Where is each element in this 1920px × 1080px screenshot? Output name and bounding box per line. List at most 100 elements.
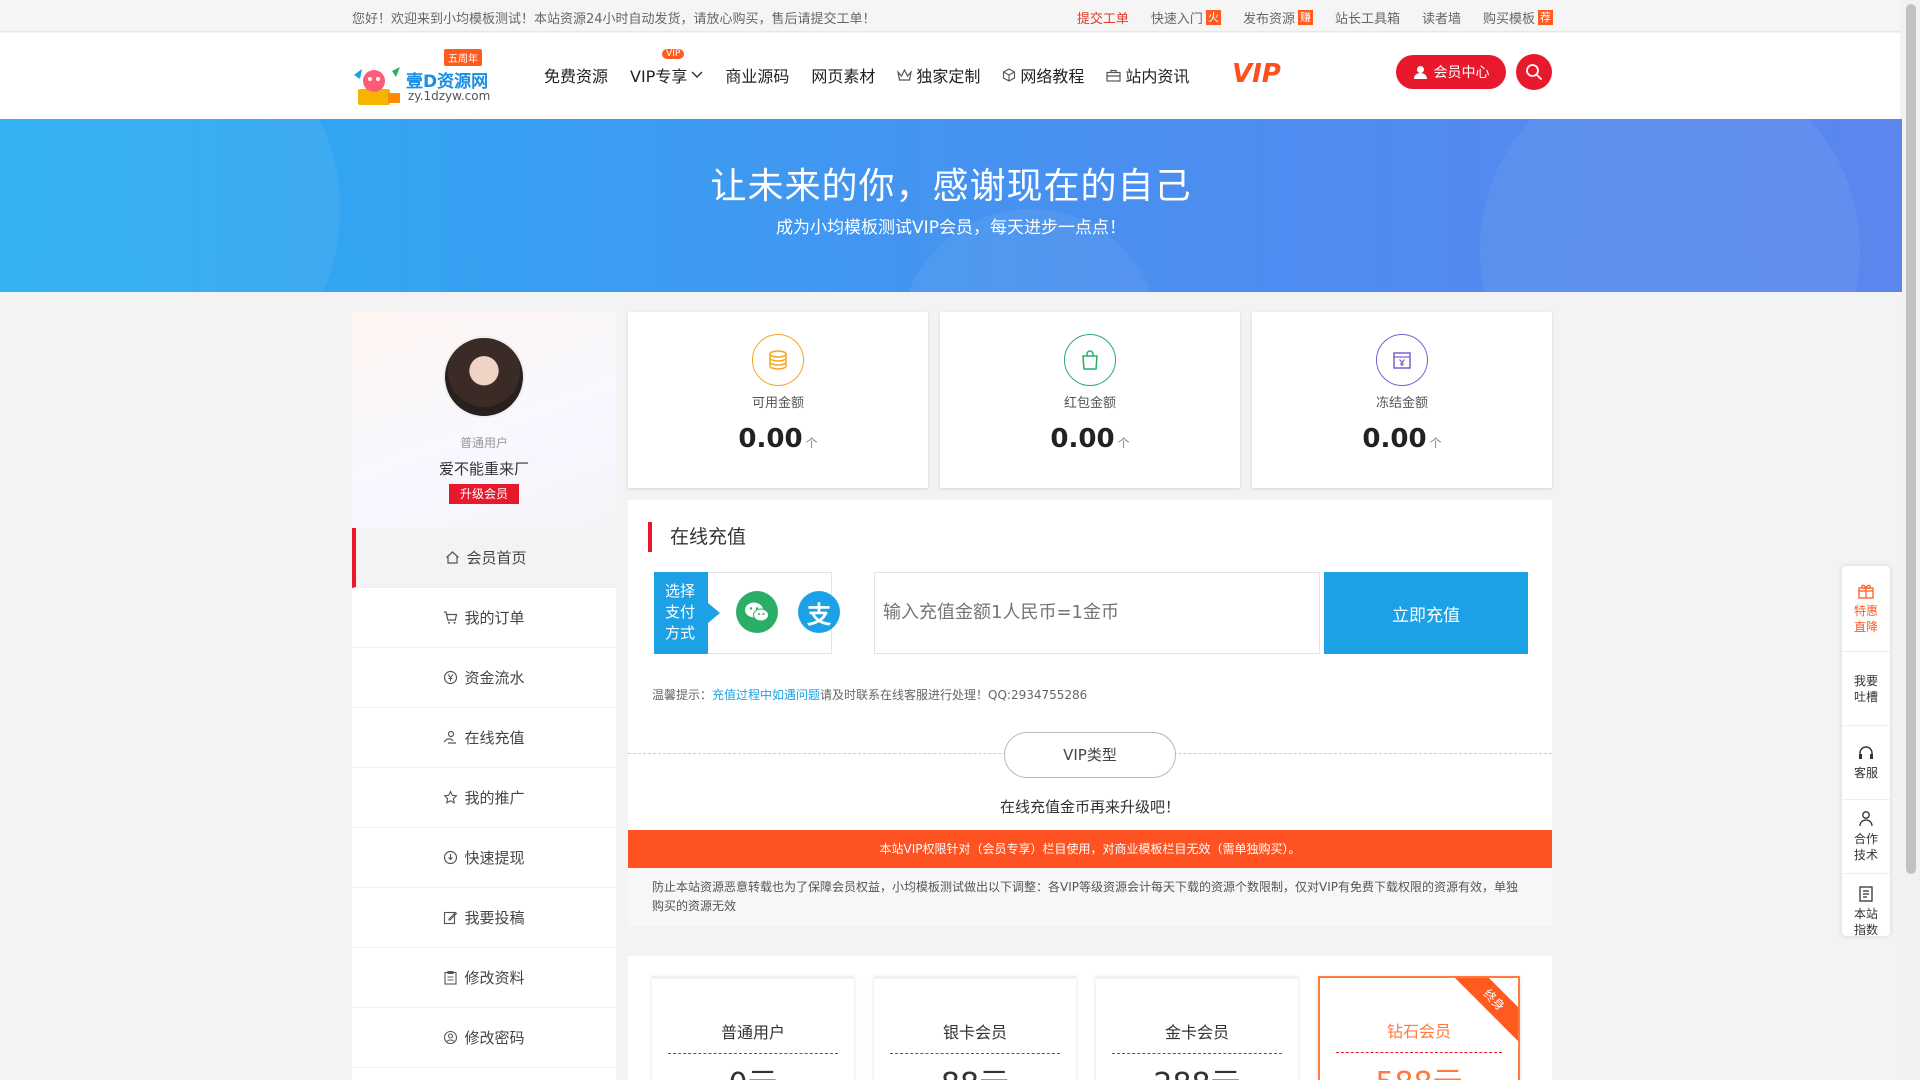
nav-tutorials[interactable]: 网络教程: [1002, 63, 1084, 87]
hero-banner: 让未来的你，感谢现在的自己 成为小均模板测试VIP会员，每天进步一点点！: [0, 119, 1902, 292]
cart-icon: [444, 611, 458, 624]
hand-coin-icon: [444, 730, 457, 744]
vip-notice-bar: 本站VIP权限针对（会员专享）栏目使用，对商业模板栏目无效（需单独购买）。: [628, 830, 1552, 868]
stat-card-frozen: 冻结金额 0.00 个: [1252, 312, 1552, 488]
stat-card-available: 可用金额 0.00 个: [628, 312, 928, 488]
menu-item-transactions[interactable]: 资金流水: [352, 648, 616, 708]
menu-item-submit[interactable]: 我要投稿: [352, 888, 616, 948]
level-price: 0元: [652, 1059, 854, 1080]
briefcase-icon: [1106, 69, 1122, 82]
vip-level-card[interactable]: 金卡会员 288元: [1096, 976, 1298, 1080]
clipboard-icon: [444, 970, 458, 985]
recommend-tag: 荐: [1538, 10, 1553, 25]
top-link-buy-template[interactable]: 购买模板荐: [1483, 8, 1553, 27]
stat-value: 0.00 个: [1050, 424, 1130, 454]
menu-item-home[interactable]: 会员首页: [352, 528, 616, 588]
vip-badge: VIP: [662, 49, 685, 59]
hero-subtitle: 成为小均模板测试VIP会员，每天进步一点点！: [776, 218, 1126, 238]
stat-label: 冻结金额: [1375, 396, 1428, 411]
top-link-publish[interactable]: 发布资源赚: [1243, 8, 1313, 27]
vip-level-card-diamond[interactable]: 终身 钻石会员 588元: [1318, 976, 1520, 1080]
bag-icon: [1064, 334, 1116, 386]
top-bar: 您好！欢迎来到小均模板测试！本站资源24小时自动发货，请放心购买，售后请提交工单…: [0, 0, 1900, 32]
headset-icon: [1859, 746, 1873, 759]
float-index[interactable]: 本站指数: [1842, 874, 1890, 948]
vip-level-card[interactable]: 银卡会员 88元: [874, 976, 1076, 1080]
payment-form: 选择支付方式 支 立即充值: [654, 572, 1528, 654]
member-center-button[interactable]: 会员中心: [1396, 55, 1506, 89]
hero-title: 让未来的你，感谢现在的自己: [710, 166, 1192, 207]
yen-circle-icon: [444, 670, 458, 685]
vip-level-card[interactable]: 普通用户 0元: [652, 976, 854, 1080]
alipay-option[interactable]: 支: [798, 591, 840, 633]
upgrade-member-button[interactable]: 升级会员: [449, 484, 519, 504]
nav-news[interactable]: 站内资讯: [1106, 63, 1189, 87]
level-price: 288元: [1096, 1059, 1298, 1080]
nav-commercial-source[interactable]: 商业源码: [725, 63, 789, 87]
page-scrollbar[interactable]: [1902, 0, 1920, 1080]
wechat-icon: [745, 602, 769, 622]
top-link-quickstart[interactable]: 快速入门火: [1151, 8, 1221, 27]
recharge-amount-input[interactable]: [874, 572, 1320, 654]
cube-icon: [1003, 68, 1016, 82]
upgrade-tip: 在线充值金币再来升级吧！: [999, 798, 1180, 816]
star-icon: [443, 790, 459, 804]
user-icon: [1413, 65, 1427, 79]
top-link-tools[interactable]: 站长工具箱: [1335, 8, 1400, 27]
username: 爱不能重来厂: [438, 460, 529, 478]
nav-free-resources[interactable]: 免费资源: [544, 63, 608, 87]
choose-payment-label: 选择支付方式: [654, 572, 708, 654]
main-nav: 免费资源 VIP VIP专享 商业源码 网页素材 独家定制 网络教程 站内资讯: [544, 49, 1189, 87]
menu-item-recharge[interactable]: 在线充值: [352, 708, 616, 768]
mascot-logo-icon: [354, 67, 400, 105]
menu-item-password[interactable]: 修改密码: [352, 1008, 616, 1068]
user-menu: 会员首页 我的订单 资金流水 在线充值 我的推广 快速提现 我要投稿 修改资料: [352, 528, 616, 1068]
top-link-readers[interactable]: 读者墙: [1422, 8, 1461, 27]
user-sidebar: 普通用户 爱不能重来厂 升级会员 会员首页 我的订单 资金流水 在线充值 我的推…: [352, 312, 616, 1080]
nav-web-assets[interactable]: 网页素材: [811, 63, 875, 87]
menu-item-promotion[interactable]: 我的推广: [352, 768, 616, 828]
stat-label: 可用金额: [751, 396, 804, 411]
vip-logo[interactable]: VIP: [1232, 59, 1281, 89]
menu-item-withdraw[interactable]: 快速提现: [352, 828, 616, 888]
float-cooperation[interactable]: 合作技术: [1842, 800, 1890, 874]
gift-icon: [1858, 584, 1874, 599]
top-link-ticket[interactable]: 提交工单: [1077, 8, 1129, 27]
frozen-icon: [1376, 334, 1428, 386]
user-role: 普通用户: [459, 436, 508, 450]
earn-tag: 赚: [1297, 10, 1313, 25]
avatar[interactable]: [443, 336, 525, 418]
recharge-panel: 在线充值 选择支付方式 支 立即充值 温馨提示：充值过程中如遇问题请及时联系在线…: [628, 500, 1552, 1080]
vip-type-button[interactable]: VIP类型: [1004, 732, 1176, 778]
section-title: 在线充值: [648, 522, 746, 552]
stat-value: 0.00 个: [1362, 424, 1442, 454]
level-name: 普通用户: [720, 1023, 785, 1042]
welcome-text: 您好！欢迎来到小均模板测试！本站资源24小时自动发货，请放心购买，售后请提交工单…: [352, 12, 876, 27]
search-button[interactable]: [1516, 54, 1552, 90]
hot-tag: 火: [1205, 10, 1221, 25]
float-feedback[interactable]: 我要吐槽: [1842, 652, 1890, 726]
person-icon: [1859, 811, 1873, 827]
withdraw-icon: [444, 850, 458, 865]
floating-toolbar: 特惠直降 我要吐槽 客服 合作技术 本站指数: [1842, 566, 1890, 937]
site-logo[interactable]: 五周年 壹D资源网 zy.1dzyw.com: [352, 45, 492, 111]
float-deals[interactable]: 特惠直降: [1842, 566, 1890, 652]
nav-custom[interactable]: 独家定制: [897, 63, 980, 87]
site-header: 五周年 壹D资源网 zy.1dzyw.com 免费资源 VIP VIP专享 商业…: [0, 33, 1900, 119]
stat-card-redpacket: 红包金额 0.00 个: [940, 312, 1240, 488]
menu-item-profile[interactable]: 修改资料: [352, 948, 616, 1008]
chevron-down-icon: [691, 71, 703, 78]
anniversary-badge: 五周年: [444, 49, 482, 66]
nav-vip[interactable]: VIP VIP专享: [630, 49, 703, 87]
tip-help-link[interactable]: 充值过程中如遇问题: [712, 688, 820, 702]
wechat-pay-option[interactable]: [736, 591, 778, 633]
recharge-submit-button[interactable]: 立即充值: [1324, 572, 1528, 654]
level-name: 银卡会员: [942, 1023, 1007, 1042]
crown-icon: [897, 68, 913, 81]
float-service[interactable]: 客服: [1842, 726, 1890, 800]
stat-label: 红包金额: [1063, 396, 1116, 411]
menu-item-orders[interactable]: 我的订单: [352, 588, 616, 648]
scrollbar-thumb[interactable]: [1906, 4, 1916, 874]
level-price: 588元: [1320, 1058, 1518, 1080]
document-icon: [1859, 885, 1873, 902]
